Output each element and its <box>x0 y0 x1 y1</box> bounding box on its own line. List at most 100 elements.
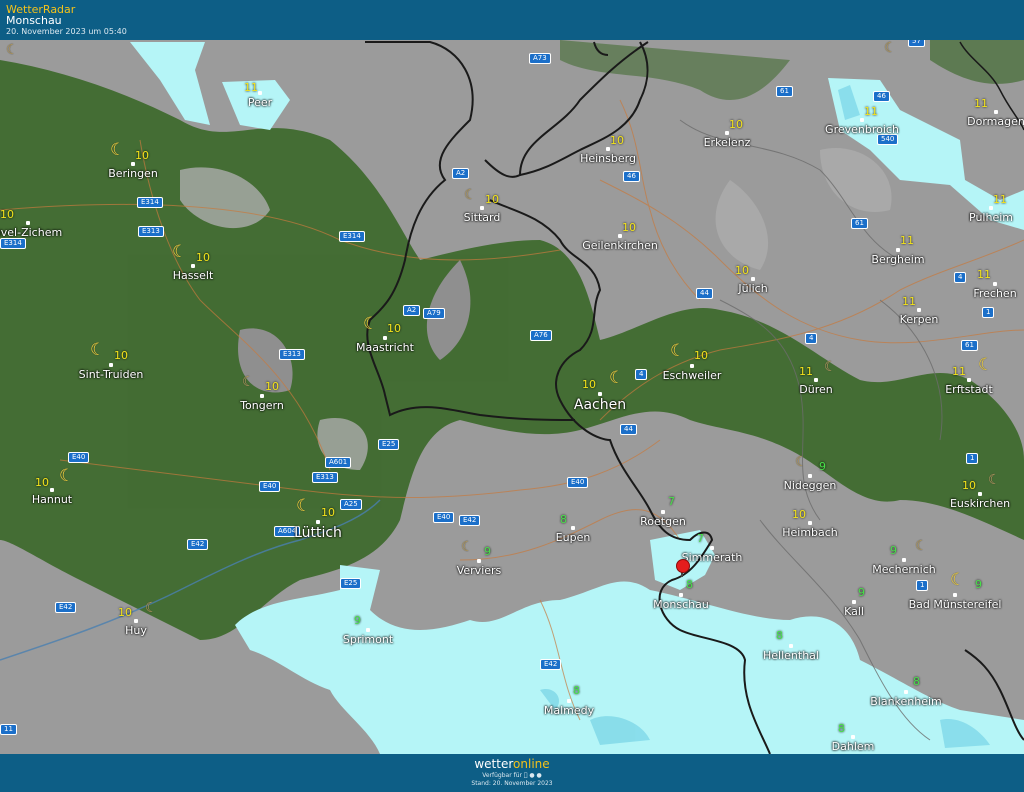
temperature-label: 10 <box>265 380 279 393</box>
city-marker <box>50 488 54 492</box>
city-label[interactable]: Peer <box>248 96 272 109</box>
temperature-label: 8 <box>573 684 580 697</box>
city-label[interactable]: Bad Münstereifel <box>909 598 1002 611</box>
road-shield: A601 <box>325 457 352 468</box>
temperature-label: 11 <box>993 193 1007 206</box>
city-label[interactable]: Hellenthal <box>763 649 819 662</box>
city-label[interactable]: Nideggen <box>784 479 837 492</box>
road-shield: A73 <box>529 53 551 64</box>
road-shield: E314 <box>339 231 365 242</box>
crescent-moon-icon: ☾ <box>978 355 994 375</box>
road-shield: 57 <box>908 40 925 47</box>
city-label[interactable]: Aachen <box>574 397 626 413</box>
road-shield: A25 <box>340 499 362 510</box>
city-label[interactable]: Tongern <box>240 399 284 412</box>
city-label[interactable]: Dahlem <box>832 740 875 753</box>
city-label[interactable]: Maastricht <box>356 341 414 354</box>
road-shield: E313 <box>279 349 305 360</box>
city-marker <box>993 282 997 286</box>
road-shield: E40 <box>567 477 589 488</box>
city-label[interactable]: Heinsberg <box>580 152 636 165</box>
crescent-moon-icon: ☾ <box>296 496 312 516</box>
city-marker <box>661 510 665 514</box>
city-label[interactable]: Lüttich <box>294 525 342 541</box>
city-label[interactable]: Eschweiler <box>663 369 722 382</box>
crescent-moon-icon: ☾ <box>670 341 686 361</box>
city-marker <box>131 162 135 166</box>
road-shield: E313 <box>312 472 338 483</box>
city-label[interactable]: Geilenkirchen <box>582 239 658 252</box>
city-label[interactable]: Kall <box>844 605 864 618</box>
city-label[interactable]: Hannut <box>32 493 72 506</box>
crescent-moon-icon: ☾ <box>464 187 477 203</box>
city-label[interactable]: Simmerath <box>682 551 743 564</box>
city-label[interactable]: Hasselt <box>173 269 214 282</box>
city-marker <box>598 392 602 396</box>
city-marker <box>26 221 30 225</box>
road-shield: E42 <box>459 515 481 526</box>
temperature-label: 10 <box>321 506 335 519</box>
radar-map[interactable]: A73 57 61 46 540 A2 46 E314 E313 E314 61 E314 4 44 A2 A… <box>0 40 1024 754</box>
city-marker <box>917 308 921 312</box>
city-label[interactable]: Heimbach <box>782 526 838 539</box>
temperature-label: 9 <box>354 614 361 627</box>
temperature-label: 10 <box>735 264 749 277</box>
crescent-moon-icon: ☾ <box>363 314 379 334</box>
road-shield: 61 <box>961 340 978 351</box>
city-marker <box>383 336 387 340</box>
location-title[interactable]: Monschau <box>6 14 62 27</box>
city-label[interactable]: Pulheim <box>969 211 1013 224</box>
temperature-label: 9 <box>890 544 897 557</box>
city-marker <box>134 619 138 623</box>
city-label[interactable]: Erkelenz <box>704 136 751 149</box>
city-label[interactable]: Sprimont <box>343 633 393 646</box>
temperature-label: 9 <box>975 578 982 591</box>
city-marker <box>751 277 755 281</box>
city-label[interactable]: Bergheim <box>871 253 924 266</box>
city-label[interactable]: Monschau <box>653 598 709 611</box>
city-label[interactable]: Beringen <box>108 167 158 180</box>
road-shield: 11 <box>0 724 17 735</box>
city-marker <box>725 131 729 135</box>
city-label[interactable]: Düren <box>799 383 832 396</box>
road-shield: 1 <box>982 307 995 318</box>
city-label[interactable]: Grevenbroich <box>825 123 899 136</box>
city-marker <box>902 558 906 562</box>
wetteronline-logo[interactable]: wetteronline <box>0 757 1024 771</box>
city-label[interactable]: Sittard <box>464 211 501 224</box>
city-label[interactable]: Huy <box>125 624 147 637</box>
city-label[interactable]: Blankenheim <box>870 695 942 708</box>
temperature-label: 10 <box>135 149 149 162</box>
app-availability[interactable]: Verfügbar für  ● ● <box>0 772 1024 779</box>
city-label[interactable]: Sint-Truiden <box>79 368 144 381</box>
city-marker <box>480 206 484 210</box>
city-marker <box>789 644 793 648</box>
city-label[interactable]: Jülich <box>738 282 767 295</box>
city-label[interactable]: Mechernich <box>872 563 935 576</box>
location-pin-icon[interactable] <box>676 559 690 573</box>
city-label[interactable]: Dormagen <box>967 115 1024 128</box>
road-shield: E42 <box>187 539 209 550</box>
city-label[interactable]: Kerpen <box>900 313 939 326</box>
city-label[interactable]: Euskirchen <box>950 497 1010 510</box>
city-label[interactable]: Erftstadt <box>945 383 993 396</box>
app-header: WetterRadar Monschau 20. November 2023 u… <box>0 0 1024 40</box>
crescent-moon-icon: ☾ <box>6 42 19 58</box>
temperature-label: 11 <box>799 365 813 378</box>
city-marker <box>316 520 320 524</box>
road-shield: E42 <box>55 602 77 613</box>
road-shield: A2 <box>403 305 421 316</box>
city-marker <box>808 521 812 525</box>
temperature-label: 10 <box>582 378 596 391</box>
city-marker <box>366 628 370 632</box>
crescent-moon-icon: ☾ <box>461 539 474 555</box>
temperature-label: 10 <box>485 193 499 206</box>
city-label[interactable]: Roetgen <box>640 515 686 528</box>
temperature-label: 10 <box>387 322 401 335</box>
city-marker <box>989 206 993 210</box>
city-label[interactable]: Frechen <box>973 287 1016 300</box>
city-label[interactable]: uvel-Zichem <box>0 226 62 239</box>
city-label[interactable]: Eupen <box>556 531 591 544</box>
city-label[interactable]: Malmedy <box>544 704 594 717</box>
city-label[interactable]: Verviers <box>457 564 502 577</box>
